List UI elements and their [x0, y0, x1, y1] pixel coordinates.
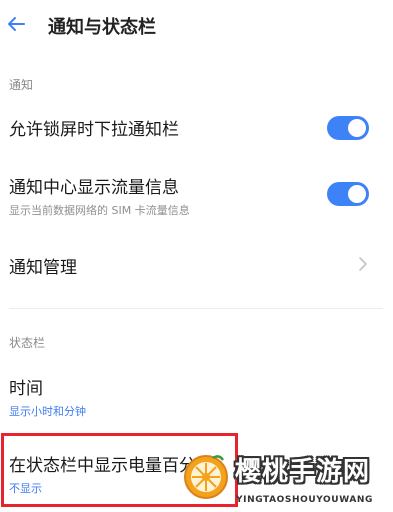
setting-title: 通知管理	[9, 258, 77, 278]
watermark-subtitle: YINGTAOSHOUYOUWANG	[236, 495, 374, 505]
top-bar: 通知与状态栏	[0, 0, 393, 52]
section-divider	[9, 308, 383, 309]
toggle-knob	[348, 119, 366, 137]
section-label-notification: 通知	[9, 78, 34, 92]
watermark-title: 樱桃手游网	[235, 457, 371, 487]
cherry-logo-icon	[184, 455, 228, 499]
setting-title: 通知中心显示流量信息	[9, 178, 179, 198]
section-label-status-bar: 状态栏	[9, 336, 46, 350]
setting-value: 显示小时和分钟	[9, 405, 86, 418]
chevron-right-icon	[359, 257, 367, 271]
back-arrow-icon[interactable]	[4, 10, 28, 38]
setting-title: 允许锁屏时下拉通知栏	[9, 120, 179, 140]
toggle-knob	[348, 185, 366, 203]
setting-title: 时间	[9, 379, 43, 399]
page-title: 通知与状态栏	[48, 17, 156, 38]
setting-subtitle: 显示当前数据网络的 SIM 卡流量信息	[9, 204, 190, 217]
traffic-info-toggle[interactable]	[327, 182, 369, 206]
watermark: 樱桃手游网 YINGTAOSHOUYOUWANG	[183, 454, 388, 512]
lockscreen-pulldown-toggle[interactable]	[327, 116, 369, 140]
